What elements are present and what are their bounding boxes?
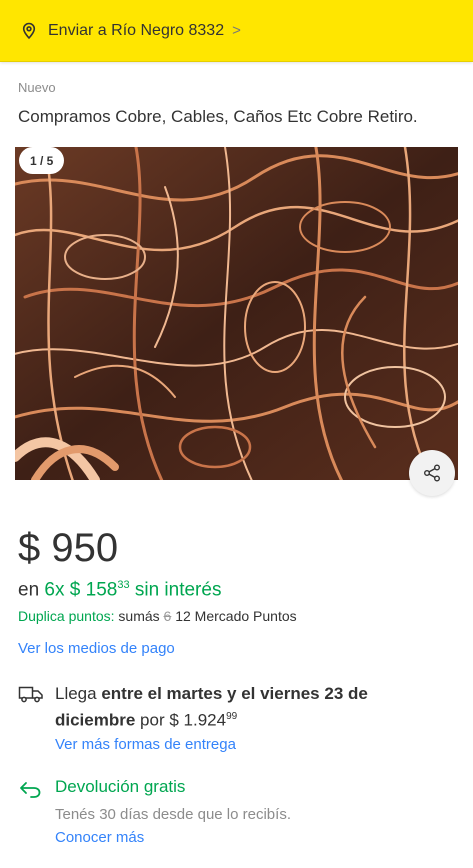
image-counter: 1 / 5 [19, 147, 65, 174]
installments-info: en 6x $ 15833 sin interés [18, 573, 221, 602]
payment-methods-link[interactable]: Ver los medios de pago [18, 640, 175, 657]
points-label: Duplica puntos: [18, 608, 115, 624]
truck-icon [18, 686, 43, 703]
free-return-subtitle: Tenés 30 días desde que lo recibís. [55, 806, 291, 823]
location-pin-icon [20, 22, 38, 40]
points-old-value: 6 [163, 608, 172, 624]
return-arrow-icon [20, 782, 41, 798]
points-new-value: 12 Mercado Puntos [175, 608, 297, 624]
more-delivery-options-link[interactable]: Ver más formas de entrega [55, 736, 236, 753]
chevron-right-icon: > [232, 22, 241, 39]
product-image[interactable] [15, 147, 458, 480]
learn-more-link[interactable]: Conocer más [55, 829, 144, 846]
share-button[interactable] [409, 450, 455, 496]
delivery-by: por [140, 710, 165, 730]
shipping-address-label: Enviar a Río Negro 8332 [48, 21, 225, 39]
mercado-puntos-info: Duplica puntos: sumás 6 12 Mercado Punto… [18, 607, 297, 625]
product-title: Compramos Cobre, Cables, Caños Etc Cobre… [18, 107, 418, 126]
shipping-address-bar[interactable]: Enviar a Río Negro 8332 > [0, 0, 473, 62]
points-text: sumás [118, 608, 160, 624]
installment-cents: 33 [117, 579, 130, 591]
installments-count: 6x [44, 579, 65, 601]
share-icon [424, 464, 440, 482]
delivery-info: Llega entre el martes y el viernes 23 de… [55, 682, 450, 732]
delivery-cost: $ 1.924 [169, 710, 227, 730]
installment-price: $ 158 [69, 579, 118, 601]
installments-prefix: en [18, 579, 40, 601]
copper-wire-photo [15, 147, 458, 480]
installments-suffix: sin interés [134, 579, 222, 601]
delivery-prefix: Llega [55, 684, 97, 703]
delivery-cost-cents: 99 [226, 711, 238, 722]
product-condition: Nuevo [18, 80, 56, 95]
product-price: $ 950 [18, 526, 119, 570]
free-return-title: Devolución gratis [55, 777, 186, 796]
